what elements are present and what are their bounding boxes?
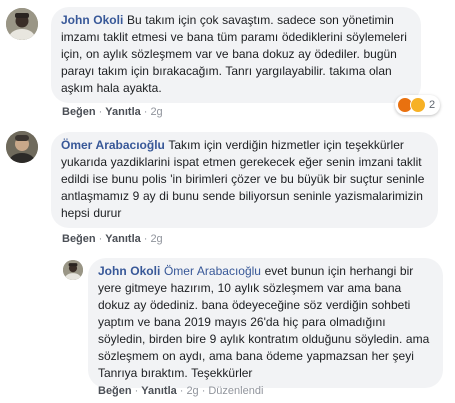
avatar[interactable] — [6, 131, 38, 163]
comment-text: evet bunun için herhangi bir yere gitmey… — [98, 264, 430, 380]
mention-link[interactable]: Ömer Arabacıoğlu — [164, 264, 261, 278]
reply-button[interactable]: Yanıtla — [105, 233, 140, 245]
edited-label[interactable]: Düzenlendi — [208, 385, 263, 397]
reaction-count: 2 — [429, 99, 436, 111]
avatar-photo — [6, 131, 38, 163]
reply-bubble: John Okoli Ömer Arabacıoğlu evet bunun i… — [88, 258, 443, 388]
avatar-photo — [6, 8, 38, 40]
comment-author[interactable]: John Okoli — [98, 264, 160, 278]
comment-bubble: John Okoli Bu takım için çok savaştım. s… — [51, 7, 421, 103]
comment-author[interactable]: Ömer Arabacıoğlu — [61, 138, 165, 152]
comment-actions: Beğen · Yanıtla · 2g · Düzenlendi — [98, 385, 264, 397]
wow-reaction-icon — [410, 97, 426, 113]
comment-bubble: Ömer Arabacıoğlu Takım için verdiğin hiz… — [51, 132, 438, 228]
comment-author[interactable]: John Okoli — [61, 13, 123, 27]
like-button[interactable]: Beğen — [62, 106, 96, 118]
comment-actions: Beğen · Yanıtla · 2g — [62, 106, 163, 118]
avatar[interactable] — [63, 260, 83, 280]
comment-time[interactable]: 2g — [150, 233, 162, 245]
reply-button[interactable]: Yanıtla — [105, 106, 140, 118]
avatar-photo — [63, 260, 83, 280]
comment-time[interactable]: 2g — [150, 106, 162, 118]
reaction-summary[interactable]: 2 — [395, 95, 441, 115]
like-button[interactable]: Beğen — [98, 385, 132, 397]
like-button[interactable]: Beğen — [62, 233, 96, 245]
avatar[interactable] — [6, 8, 38, 40]
comment-actions: Beğen · Yanıtla · 2g — [62, 233, 163, 245]
reply-button[interactable]: Yanıtla — [141, 385, 176, 397]
comment-time[interactable]: 2g — [186, 385, 198, 397]
